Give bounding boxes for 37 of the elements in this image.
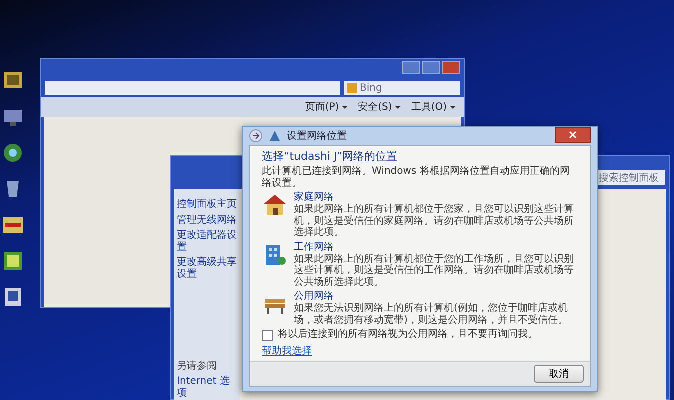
globe-icon (2, 142, 24, 164)
location-option-link[interactable]: 公用网络 (294, 291, 578, 304)
maximize-button[interactable] (422, 61, 440, 74)
toolbar-menu[interactable]: 页面(P) (305, 100, 340, 114)
option-description: 如果此网络上的所有计算机都位于您家，且您可以识别这些计算机，则这是受信任的家庭网络。请勿在咖啡店或机场等公共场所选择此项。 (294, 204, 575, 239)
sidebar-link[interactable]: 更改高级共享设置 (177, 257, 237, 280)
sidebar-link[interactable]: 控制面板主页 (177, 199, 237, 210)
dialog-title: 设置网络位置 (287, 130, 347, 143)
spreadsheet-icon (2, 250, 24, 272)
location-option-link[interactable]: 工作网络 (294, 242, 578, 254)
option-description: 如果此网络上的所有计算机都位于您的工作场所，且您可以识别这些计算机，则这是受信任的工作网络。请勿在咖啡店或机场等公共场所选择此项。 (294, 254, 575, 288)
dialog-heading: 选择“tudashi J”网络的位置 (262, 150, 399, 164)
sidebar-link[interactable]: 管理无线网络 (177, 214, 237, 226)
help-link[interactable]: 帮助我选择 (262, 344, 312, 358)
caret-icon (450, 106, 456, 108)
cancel-button[interactable]: 取消 (534, 365, 584, 384)
network-icon (268, 129, 282, 143)
close-button[interactable] (555, 127, 591, 143)
location-option-link[interactable]: 家庭网络 (294, 192, 578, 204)
minimize-button[interactable] (402, 61, 420, 74)
intro-text: 此计算机已连接到网络。Windows 将根据网络位置自动应用正确的网络设置。 (262, 166, 571, 190)
sidebar-link[interactable]: Internet 选项 (177, 376, 237, 399)
search-field[interactable]: Bing (344, 81, 460, 95)
close-icon (569, 131, 577, 139)
section-title: 另请参阅 (177, 360, 218, 372)
caret-icon (395, 106, 402, 108)
search-field[interactable]: 搜索控制面板 (595, 170, 665, 185)
caret-icon (342, 106, 348, 108)
checkbox[interactable] (262, 330, 273, 342)
sidebar-link[interactable]: 更改适配器设置 (177, 230, 237, 253)
document-icon (2, 286, 24, 308)
toolbar-menu[interactable]: 安全(S) (358, 100, 392, 114)
checkbox-label: 将以后连接到的所有网络视为公用网络，且不要再询问我。 (278, 329, 538, 341)
option-description: 如果您无法识别网络上的所有计算机(例如，您位于咖啡店或机场，或者您拥有移动宽带)，则这是公用网络，并且不受信任。 (294, 303, 569, 326)
toolbar-menu[interactable]: 工具(O) (411, 100, 447, 114)
search-placeholder: Bing (360, 82, 382, 94)
search-placeholder: 搜索控制面板 (599, 172, 659, 184)
